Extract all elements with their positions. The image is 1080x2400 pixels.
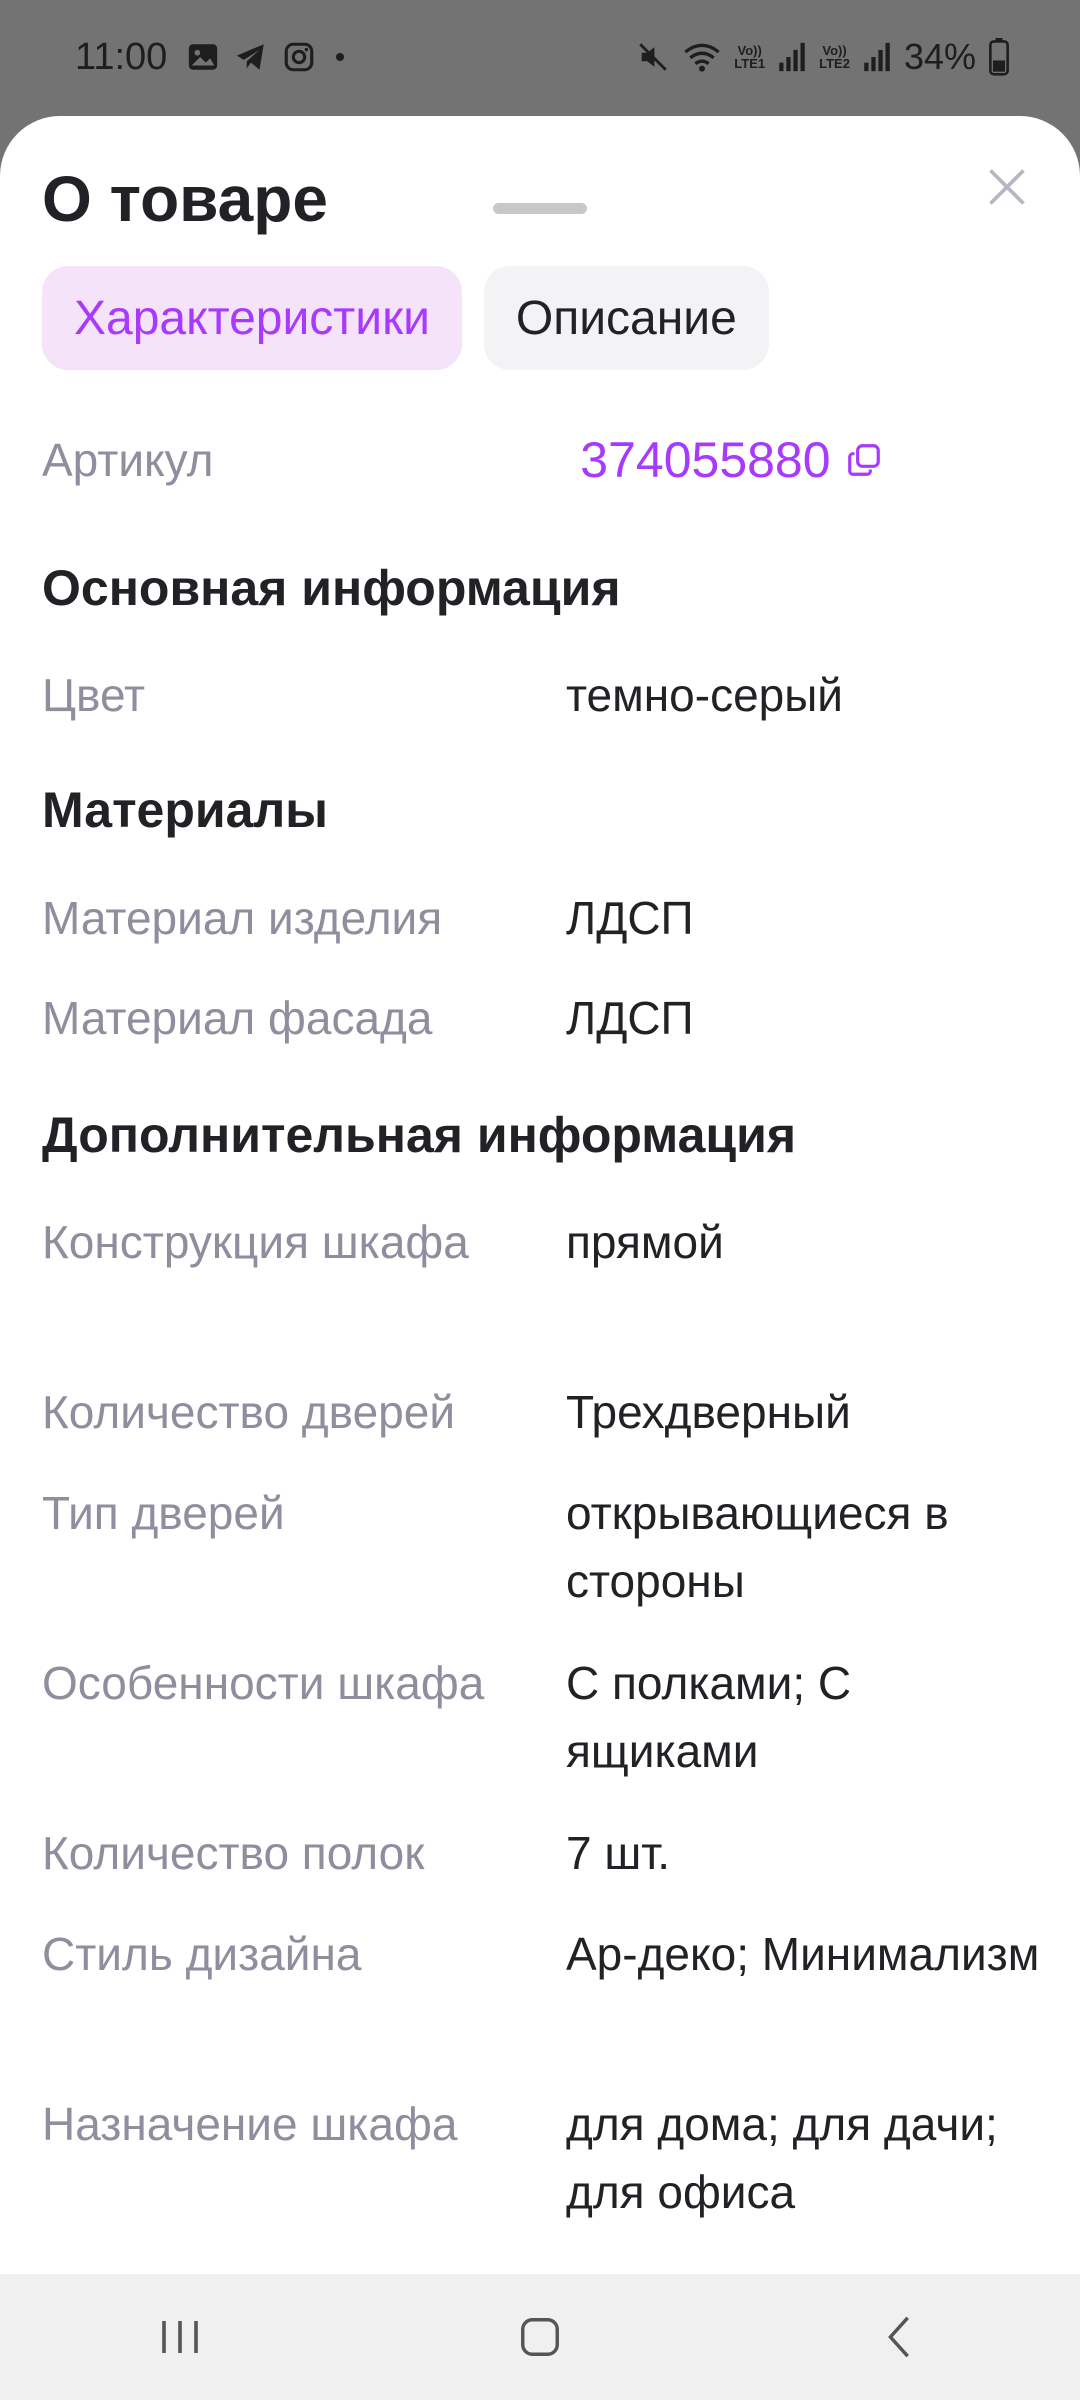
spec-label: Материал изделия bbox=[42, 892, 443, 944]
spec-row: Особенности шкафа С полками; С ящиками bbox=[42, 1649, 1042, 1785]
sim2-indicator: Vo)) LTE2 bbox=[819, 43, 850, 71]
home-button[interactable] bbox=[480, 2297, 600, 2377]
spec-row: Тип дверей открывающиеся в стороны bbox=[42, 1479, 1042, 1615]
spec-label: Тип дверей bbox=[42, 1487, 285, 1539]
spec-row: Материал изделия ЛДСП bbox=[42, 884, 1042, 952]
spec-row: Назначение шкафа для дома; для дачи; для… bbox=[42, 2090, 1042, 2226]
spec-label: Особенности шкафа bbox=[42, 1657, 485, 1709]
close-button[interactable] bbox=[980, 160, 1034, 214]
spec-value: 7 шт. bbox=[566, 1827, 671, 1879]
spec-row: Конструкция шкафа прямой bbox=[42, 1208, 1042, 1276]
drag-handle[interactable] bbox=[493, 203, 587, 214]
home-icon bbox=[521, 2318, 559, 2356]
spec-value: прямой bbox=[566, 1216, 724, 1268]
spec-label: Количество дверей bbox=[42, 1386, 456, 1438]
wifi-icon bbox=[684, 43, 720, 72]
article-number[interactable]: 374055880 bbox=[580, 426, 830, 494]
article-label: Артикул bbox=[42, 434, 214, 486]
spec-value: открывающиеся в стороны bbox=[566, 1487, 949, 1607]
product-info-sheet: О товаре Характеристики Описание Артикул… bbox=[0, 116, 1080, 2274]
section-title-materials: Материалы bbox=[42, 782, 328, 838]
close-icon bbox=[989, 169, 1025, 205]
section-title-main: Основная информация bbox=[42, 560, 621, 616]
system-icons: Vo)) LTE1 Vo)) LTE2 34% bbox=[636, 36, 1010, 78]
copy-icon[interactable] bbox=[845, 441, 883, 479]
section-title-additional: Дополнительная информация bbox=[42, 1107, 797, 1163]
spec-label: Стиль дизайна bbox=[42, 1928, 362, 1980]
system-nav-bar bbox=[0, 2274, 1080, 2400]
spec-label: Количество полок bbox=[42, 1827, 425, 1879]
spec-row: Количество дверей Трехдверный bbox=[42, 1378, 1042, 1446]
more-notifications-dot bbox=[336, 53, 344, 61]
spec-value: ЛДСП bbox=[566, 892, 694, 944]
spec-row: Цвет темно-серый bbox=[42, 661, 1042, 729]
recent-apps-button[interactable] bbox=[120, 2297, 240, 2377]
instagram-icon bbox=[284, 42, 314, 72]
signal-icon-1 bbox=[779, 42, 805, 72]
sheet-title: О товаре bbox=[42, 163, 328, 235]
spec-label: Конструкция шкафа bbox=[42, 1216, 469, 1268]
status-bar: 11:00 Vo)) LTE1 Vo)) LTE2 34% bbox=[0, 0, 1080, 118]
spec-value: С полками; С ящиками bbox=[566, 1657, 852, 1777]
tab-bar: Характеристики Описание bbox=[42, 266, 769, 370]
back-button[interactable] bbox=[840, 2297, 960, 2377]
spec-row: Стиль дизайна Ар-деко; Минимализм bbox=[42, 1920, 1042, 1988]
spec-value: ЛДСП bbox=[566, 992, 694, 1044]
spec-label: Назначение шкафа bbox=[42, 2098, 458, 2150]
sim1-indicator: Vo)) LTE1 bbox=[734, 43, 766, 71]
mute-icon bbox=[639, 43, 668, 71]
tab-characteristics[interactable]: Характеристики bbox=[42, 266, 462, 370]
signal-icon-2 bbox=[864, 42, 890, 72]
battery-icon bbox=[989, 38, 1009, 76]
spec-value: для дома; для дачи; для офиса bbox=[566, 2098, 998, 2218]
battery-percent: 34% bbox=[903, 36, 976, 77]
notification-icons bbox=[186, 40, 344, 74]
spec-value: Трехдверный bbox=[566, 1386, 851, 1438]
spec-value: Ар-деко; Минимализм bbox=[566, 1928, 1040, 1980]
spec-row: Материал фасада ЛДСП bbox=[42, 984, 1042, 1052]
spec-label: Материал фасада bbox=[42, 992, 433, 1044]
spec-value: темно-серый bbox=[566, 669, 843, 721]
recent-apps-icon bbox=[162, 2321, 198, 2353]
status-time: 11:00 bbox=[75, 36, 168, 78]
back-icon bbox=[888, 2316, 909, 2358]
spec-row: Количество полок 7 шт. bbox=[42, 1819, 1042, 1887]
spec-label: Цвет bbox=[42, 669, 146, 721]
article-value-wrap[interactable]: 374055880 bbox=[580, 426, 1042, 494]
gallery-icon bbox=[188, 44, 218, 70]
tab-description[interactable]: Описание bbox=[483, 266, 769, 370]
article-row: Артикул 374055880 bbox=[42, 426, 1042, 494]
telegram-icon bbox=[236, 44, 264, 70]
